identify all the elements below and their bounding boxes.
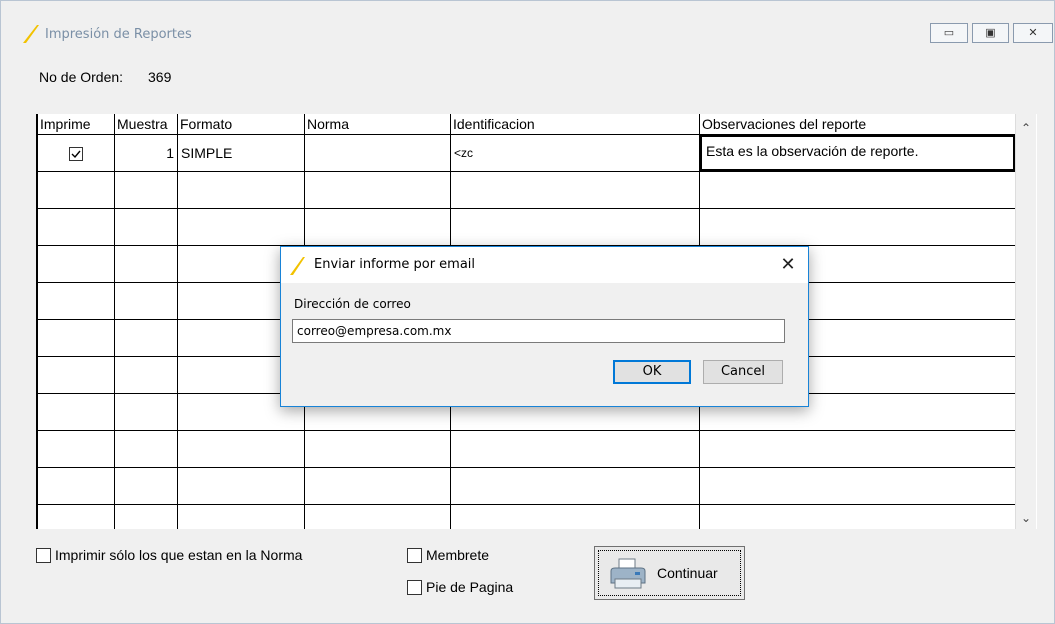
col-header-norma[interactable]: Norma xyxy=(304,114,451,135)
cell-identificacion[interactable]: <zc xyxy=(450,134,700,172)
app-logo-icon xyxy=(290,257,305,275)
close-icon: ✕ xyxy=(1028,27,1038,39)
minimize-icon: ▭ xyxy=(943,27,955,39)
col-header-observaciones[interactable]: Observaciones del reporte xyxy=(699,114,1016,135)
email-field[interactable]: correo@empresa.com.mx xyxy=(292,319,785,343)
minimize-button[interactable]: ▭ xyxy=(930,23,968,43)
table-row[interactable] xyxy=(37,504,1016,529)
grid-header-row: Imprime Muestra Formato Norma Identifica… xyxy=(37,114,1016,135)
solo-norma-label: Imprimir sólo los que estan en la Norma xyxy=(55,547,303,563)
observaciones-editor[interactable]: Esta es la observación de reporte. xyxy=(700,135,1015,171)
order-value: 369 xyxy=(148,69,172,85)
pie-pagina-label: Pie de Pagina xyxy=(426,579,514,595)
checkbox-icon[interactable] xyxy=(407,579,422,595)
col-header-identificacion[interactable]: Identificacion xyxy=(450,114,700,135)
continuar-button[interactable]: Continuar xyxy=(594,546,745,600)
membrete-checkbox[interactable]: Membrete xyxy=(407,547,489,563)
ok-button[interactable]: OK xyxy=(613,360,691,384)
dialog-title-bar[interactable]: Enviar informe por email ✕ xyxy=(281,247,808,283)
membrete-label: Membrete xyxy=(426,547,490,563)
app-logo-icon xyxy=(23,25,39,43)
scroll-up-icon[interactable]: ⌃ xyxy=(1016,118,1036,138)
checkbox-icon[interactable] xyxy=(69,147,83,162)
table-row[interactable] xyxy=(37,430,1016,468)
solo-norma-checkbox[interactable]: Imprimir sólo los que estan en la Norma xyxy=(36,547,302,563)
email-dialog: Enviar informe por email ✕ Dirección de … xyxy=(280,246,809,407)
table-row[interactable] xyxy=(37,208,1016,246)
title-bar[interactable]: Impresión de Reportes ▭ ▣ ✕ xyxy=(1,1,1054,43)
cell-imprime[interactable] xyxy=(37,134,115,172)
col-header-formato[interactable]: Formato xyxy=(177,114,305,135)
dialog-title: Enviar informe por email xyxy=(314,257,476,272)
cell-observaciones[interactable]: Esta es la observación de reporte. xyxy=(699,134,1016,172)
continuar-label: Continuar xyxy=(657,565,718,581)
scroll-down-icon[interactable]: ⌄ xyxy=(1016,508,1036,528)
order-label: No de Orden: xyxy=(39,69,124,85)
checkbox-icon[interactable] xyxy=(407,547,422,563)
grid-scrollbar[interactable]: ⌃ ⌄ xyxy=(1015,114,1036,529)
close-icon[interactable]: ✕ xyxy=(777,254,799,275)
cell-norma[interactable] xyxy=(304,134,451,172)
printer-icon xyxy=(610,558,646,589)
main-window: Impresión de Reportes ▭ ▣ ✕ No de Orden:… xyxy=(0,0,1055,624)
window-title: Impresión de Reportes xyxy=(45,27,192,42)
table-row[interactable] xyxy=(37,171,1016,209)
cell-muestra[interactable]: 1 xyxy=(114,134,178,172)
pie-pagina-checkbox[interactable]: Pie de Pagina xyxy=(407,579,513,595)
checkbox-icon[interactable] xyxy=(36,547,51,563)
col-header-muestra[interactable]: Muestra xyxy=(114,114,178,135)
restore-icon: ▣ xyxy=(985,27,996,39)
restore-button[interactable]: ▣ xyxy=(972,23,1009,43)
cancel-button[interactable]: Cancel xyxy=(703,360,783,384)
table-row[interactable] xyxy=(37,467,1016,505)
col-header-imprime[interactable]: Imprime xyxy=(37,114,115,135)
table-row[interactable]: 1 SIMPLE <zc Esta es la observación de r… xyxy=(37,134,1016,172)
cell-formato[interactable]: SIMPLE xyxy=(177,134,305,172)
email-field-label: Dirección de correo xyxy=(294,297,411,311)
close-button[interactable]: ✕ xyxy=(1013,23,1053,43)
